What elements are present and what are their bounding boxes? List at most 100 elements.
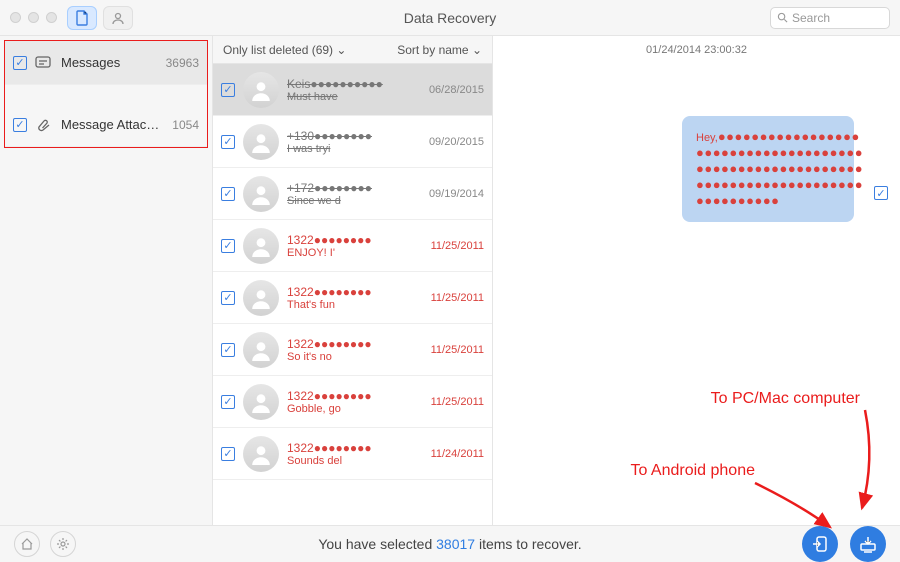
avatar <box>243 228 279 264</box>
conversation-date: 09/20/2015 <box>414 136 484 148</box>
main-area: ✓ Messages 36963 ✓ Message Attac… 1054 O… <box>0 36 900 525</box>
avatar <box>243 72 279 108</box>
sidebar-highlight-box: ✓ Messages 36963 ✓ Message Attac… 1054 <box>4 40 208 148</box>
conversation-date: 11/25/2011 <box>414 344 484 356</box>
chevron-down-icon: ⌄ <box>472 43 482 57</box>
export-to-phone-button[interactable] <box>802 526 838 562</box>
toolbar-buttons <box>67 6 133 30</box>
conversation-row[interactable]: ✓ 1322●●●●●●●●ENJOY! I' 11/25/2011 <box>213 220 492 272</box>
conversation-text: 1322●●●●●●●●ENJOY! I' <box>287 233 406 259</box>
conversation-text: 1322●●●●●●●●That's fun <box>287 285 406 311</box>
attachment-icon <box>35 118 53 132</box>
checkbox[interactable]: ✓ <box>221 291 235 305</box>
user-icon <box>111 11 125 25</box>
conversation-snippet: I was tryi <box>287 143 406 155</box>
sort-dropdown[interactable]: Sort by name ⌄ <box>397 43 482 57</box>
filter-dropdown[interactable]: Only list deleted (69) ⌄ <box>223 43 346 57</box>
conversation-name: +172●●●●●●●● <box>287 181 406 195</box>
message-bubble: Hey,●●●●●●●●●●●●●●●●●●●●●●●●●●●●●●●●●●●●… <box>682 116 854 222</box>
minimize-dot[interactable] <box>28 12 39 23</box>
conversation-name: 1322●●●●●●●● <box>287 233 406 247</box>
conversation-row[interactable]: ✓ 1322●●●●●●●●Sounds del 11/24/2011 <box>213 428 492 480</box>
search-icon <box>777 12 788 23</box>
search-input[interactable]: Search <box>770 7 890 29</box>
checkbox[interactable]: ✓ <box>221 187 235 201</box>
avatar <box>243 124 279 160</box>
conversation-date: 09/19/2014 <box>414 188 484 200</box>
message-preview-panel: 01/24/2014 23:00:32 Hey,●●●●●●●●●●●●●●●●… <box>493 36 900 525</box>
sidebar-item-count: 36963 <box>166 56 199 70</box>
footer: You have selected 38017 items to recover… <box>0 525 900 561</box>
conversation-text: +172●●●●●●●●Since we d <box>287 181 406 207</box>
conversation-name: 1322●●●●●●●● <box>287 389 406 403</box>
checkbox[interactable]: ✓ <box>221 395 235 409</box>
home-icon <box>20 537 34 551</box>
conversation-text: +130●●●●●●●●I was tryi <box>287 129 406 155</box>
conversation-row[interactable]: ✓ Keis●●●●●●●●●●Must have 06/28/2015 <box>213 64 492 116</box>
settings-button[interactable] <box>50 531 76 557</box>
conversation-text: 1322●●●●●●●●Gobble, go <box>287 389 406 415</box>
conversation-snippet: Since we d <box>287 195 406 207</box>
checkbox[interactable]: ✓ <box>13 118 27 132</box>
contacts-tab-button[interactable] <box>103 6 133 30</box>
sidebar-item-count: 1054 <box>172 118 199 132</box>
conversation-snippet: ENJOY! I' <box>287 247 406 259</box>
checkbox[interactable]: ✓ <box>221 83 235 97</box>
checkbox[interactable]: ✓ <box>13 56 27 70</box>
conversation-row[interactable]: ✓ 1322●●●●●●●●Gobble, go 11/25/2011 <box>213 376 492 428</box>
conversation-row[interactable]: ✓ +130●●●●●●●●I was tryi 09/20/2015 <box>213 116 492 168</box>
checkbox[interactable]: ✓ <box>221 447 235 461</box>
search-placeholder: Search <box>792 11 830 25</box>
conversation-list: ✓ Keis●●●●●●●●●●Must have 06/28/2015 ✓ +130●… <box>213 64 492 525</box>
sidebar-item-label: Message Attac… <box>61 117 159 132</box>
checkbox[interactable]: ✓ <box>221 135 235 149</box>
avatar <box>243 280 279 316</box>
export-to-computer-button[interactable] <box>850 526 886 562</box>
conversation-snippet: So it's no <box>287 351 406 363</box>
conversation-date: 11/25/2011 <box>414 396 484 408</box>
conversation-text: 1322●●●●●●●●So it's no <box>287 337 406 363</box>
recover-tab-button[interactable] <box>67 6 97 30</box>
conversation-date: 11/25/2011 <box>414 292 484 304</box>
conversation-date: 11/25/2011 <box>414 240 484 252</box>
sidebar-item-label: Messages <box>61 55 120 70</box>
window-controls <box>10 12 57 23</box>
conversation-date: 11/24/2011 <box>414 448 484 460</box>
messages-icon <box>35 56 53 70</box>
conversation-name: 1322●●●●●●●● <box>287 285 406 299</box>
conversation-list-panel: Only list deleted (69) ⌄ Sort by name ⌄ … <box>213 36 493 525</box>
computer-export-icon <box>858 534 878 554</box>
close-dot[interactable] <box>10 12 21 23</box>
message-checkbox[interactable]: ✓ <box>874 186 888 200</box>
conversation-date: 06/28/2015 <box>414 84 484 96</box>
phone-export-icon <box>810 534 830 554</box>
conversation-snippet: Sounds del <box>287 455 406 467</box>
sidebar: ✓ Messages 36963 ✓ Message Attac… 1054 <box>0 36 213 525</box>
conversation-snippet: That's fun <box>287 299 406 311</box>
conversation-name: 1322●●●●●●●● <box>287 441 406 455</box>
preview-timestamp: 01/24/2014 23:00:32 <box>493 36 900 56</box>
avatar <box>243 176 279 212</box>
avatar <box>243 332 279 368</box>
conversation-row[interactable]: ✓ +172●●●●●●●●Since we d 09/19/2014 <box>213 168 492 220</box>
sidebar-item-attachments[interactable]: ✓ Message Attac… 1054 <box>5 103 207 147</box>
zoom-dot[interactable] <box>46 12 57 23</box>
window-title: Data Recovery <box>404 10 497 26</box>
footer-message: You have selected 38017 items to recover… <box>318 536 581 552</box>
sidebar-item-messages[interactable]: ✓ Messages 36963 <box>5 41 207 85</box>
conversation-name: Keis●●●●●●●●●● <box>287 77 406 91</box>
conversation-snippet: Must have <box>287 91 406 103</box>
selected-count: 38017 <box>436 536 475 552</box>
conversation-text: 1322●●●●●●●●Sounds del <box>287 441 406 467</box>
checkbox[interactable]: ✓ <box>221 239 235 253</box>
gear-icon <box>56 537 70 551</box>
document-icon <box>75 10 89 26</box>
chevron-down-icon: ⌄ <box>336 43 346 57</box>
checkbox[interactable]: ✓ <box>221 343 235 357</box>
conversation-row[interactable]: ✓ 1322●●●●●●●●That's fun 11/25/2011 <box>213 272 492 324</box>
home-button[interactable] <box>14 531 40 557</box>
conversation-list-header: Only list deleted (69) ⌄ Sort by name ⌄ <box>213 36 492 64</box>
titlebar: Data Recovery Search <box>0 0 900 36</box>
conversation-name: 1322●●●●●●●● <box>287 337 406 351</box>
conversation-row[interactable]: ✓ 1322●●●●●●●●So it's no 11/25/2011 <box>213 324 492 376</box>
